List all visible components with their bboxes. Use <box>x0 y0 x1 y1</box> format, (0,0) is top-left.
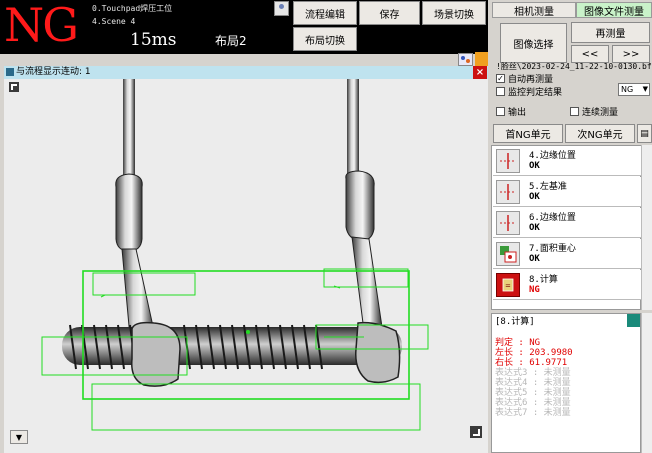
unit-name: 6.边缘位置 <box>529 213 576 223</box>
result-expression-7: 表达式7 : 未测量 <box>495 408 571 418</box>
bottom-right-corner-icon[interactable] <box>470 426 482 438</box>
result-details-panel: [8.计算] 判定 : NG 左长 : 203.9980 右长 : 61.977… <box>491 313 641 453</box>
unit-name: 5.左基准 <box>529 182 567 192</box>
next-ng-unit-button[interactable]: 次NG单元 <box>565 124 635 143</box>
left-solder-joint <box>131 321 181 387</box>
svg-text:=: = <box>505 282 511 290</box>
checkbox-unchecked-icon[interactable] <box>496 87 505 96</box>
area-centroid-icon <box>496 242 520 266</box>
result-expression-4: 表达式4 : 未测量 <box>495 378 571 388</box>
edge-position-icon <box>496 180 520 204</box>
remeasure-button[interactable]: 再测量 <box>571 22 650 43</box>
tab-image-file-measure[interactable]: 图像文件测量 <box>576 2 652 18</box>
top-left-corner-icon[interactable] <box>9 82 19 92</box>
panel-menu-icon[interactable] <box>6 68 14 76</box>
unit-item-left-reference-5[interactable]: 5.左基准 OK <box>493 177 641 207</box>
unit-item-edge-position-6[interactable]: 6.边缘位置 OK <box>493 208 641 238</box>
result-expression-5: 表达式5 : 未测量 <box>495 388 571 398</box>
right-solder-joint <box>355 321 401 384</box>
image-file-path: !脸丝\2023-02-24_11-22-10-0130.bfz <box>496 62 652 71</box>
window-tag-icon <box>475 52 488 66</box>
processing-time: 15ms <box>130 30 177 50</box>
layout-label: 布局2 <box>215 34 247 48</box>
scene-name: 4.Scene 4 <box>92 17 136 26</box>
unit-item-calculation-8[interactable]: = 8.计算 NG <box>493 270 641 300</box>
image-panel-titlebar: 与流程显示连动: 1 <box>4 66 488 79</box>
unit-status: OK <box>529 192 540 202</box>
image-mode-icon[interactable] <box>458 53 473 66</box>
flow-edit-button[interactable]: 流程编辑 <box>293 1 357 25</box>
result-right-length: 右长 : 61.9771 <box>495 358 568 368</box>
line-name: 0.Touchpad焊压工位 <box>92 4 173 13</box>
checkbox-checked-icon[interactable]: ✓ <box>496 74 505 83</box>
unit-name: 7.面积重心 <box>529 244 576 254</box>
result-left-length: 左长 : 203.9980 <box>495 348 573 358</box>
checkbox-unchecked-icon[interactable] <box>496 107 505 116</box>
result-expression-3: 表达式3 : 未测量 <box>495 368 571 378</box>
right-wire <box>347 79 359 179</box>
monitor-result-checkbox[interactable]: 监控判定结果 <box>496 85 562 98</box>
user-icon[interactable] <box>274 1 289 16</box>
auto-remeasure-checkbox[interactable]: ✓ 自动再测量 <box>496 72 553 85</box>
unit-list-scrollbar[interactable] <box>641 145 652 310</box>
unit-name: 8.计算 <box>529 275 558 285</box>
layout-switch-button[interactable]: 布局切换 <box>293 27 357 51</box>
result-title: [8.计算] <box>495 317 535 327</box>
continuous-measure-label: 连续测量 <box>582 108 619 118</box>
result-scrollbar[interactable] <box>641 313 652 453</box>
auto-remeasure-label: 自动再测量 <box>508 75 554 85</box>
unit-item-area-centroid-7[interactable]: 7.面积重心 OK <box>493 239 641 269</box>
close-icon[interactable]: × <box>473 66 487 79</box>
tab-camera-measure[interactable]: 相机测量 <box>492 2 576 18</box>
unit-status: OK <box>529 223 540 233</box>
left-wire <box>123 79 135 189</box>
unit-status: NG <box>529 285 540 295</box>
overall-status-label: NG <box>4 0 79 52</box>
edge-position-icon <box>496 149 520 173</box>
image-panel-title: 与流程显示连动: 1 <box>16 67 91 77</box>
unit-status: OK <box>529 161 540 171</box>
result-color-marker <box>627 314 640 327</box>
unit-list-menu-icon[interactable]: ▤ <box>637 124 652 143</box>
unit-status: OK <box>529 254 540 264</box>
chevron-down-icon: ▼ <box>642 85 648 93</box>
result-expression-6: 表达式6 : 未测量 <box>495 398 571 408</box>
unit-item-edge-position-4[interactable]: 4.边缘位置 OK <box>493 146 641 176</box>
continuous-measure-checkbox[interactable]: 连续测量 <box>570 105 618 118</box>
camera-image-viewport[interactable] <box>4 79 488 453</box>
monitor-result-label: 监控判定结果 <box>508 88 563 98</box>
edge-position-icon <box>496 211 520 235</box>
save-button[interactable]: 保存 <box>359 1 420 25</box>
unit-name: 4.边缘位置 <box>529 151 576 161</box>
output-label: 输出 <box>508 108 527 118</box>
checkbox-unchecked-icon[interactable] <box>570 107 579 116</box>
output-checkbox[interactable]: 输出 <box>496 105 526 118</box>
calculation-icon: = <box>496 273 520 297</box>
spring-coil <box>62 327 402 365</box>
result-judge: 判定 : NG <box>495 338 541 348</box>
dropdown-arrow-icon[interactable]: ▼ <box>10 430 28 444</box>
scene-switch-button[interactable]: 场景切换 <box>422 1 486 25</box>
image-select-button[interactable]: 图像选择 <box>500 23 567 63</box>
first-ng-unit-button[interactable]: 首NG单元 <box>493 124 563 143</box>
monitor-value-select[interactable]: NG ▼ <box>618 83 650 96</box>
camera-image <box>4 79 488 453</box>
